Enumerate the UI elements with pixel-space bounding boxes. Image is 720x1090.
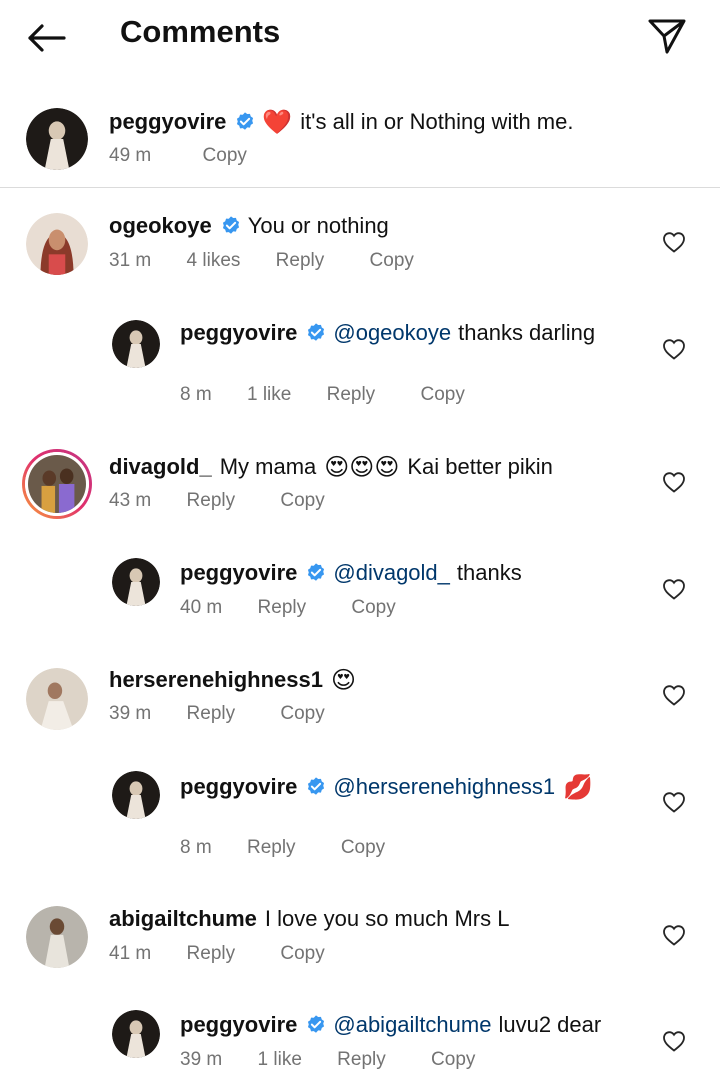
comment-row: abigailtchume I love you so much Mrs L 4… [0, 898, 720, 978]
copy-button[interactable]: Copy [341, 837, 385, 859]
top-bar: Comments [0, 0, 720, 80]
timestamp: 8 m [180, 837, 212, 858]
username[interactable]: herserenehighness1 [109, 667, 323, 693]
copy-button[interactable]: Copy [370, 250, 414, 272]
username[interactable]: peggyovire [180, 320, 297, 346]
likes-count[interactable]: 4 likes [187, 250, 241, 272]
avatar[interactable] [26, 108, 88, 170]
reply-row: peggyovire @herserenehighness1 💋 8 m Rep… [0, 765, 720, 865]
paper-plane-icon [648, 19, 686, 54]
like-heart-icon[interactable] [662, 338, 686, 360]
heart-eyes-emoji: 😍 [324, 453, 350, 481]
timestamp: 40 m [180, 597, 223, 618]
like-heart-icon[interactable] [662, 791, 686, 813]
verified-badge-icon [305, 322, 327, 344]
mention-link[interactable]: @herserenehighness1 [333, 774, 555, 800]
back-arrow-icon [28, 24, 66, 52]
like-heart-icon[interactable] [662, 471, 686, 493]
comment-row: divagold_ My mama 😍 😍 😍 Kai better pikin… [0, 445, 720, 525]
like-heart-icon[interactable] [662, 924, 686, 946]
reply-button[interactable]: Reply [247, 837, 296, 859]
avatar[interactable] [112, 1010, 160, 1058]
page-title: Comments [120, 14, 281, 49]
timestamp: 8 m [180, 384, 212, 405]
share-button[interactable] [644, 14, 690, 58]
timestamp: 39 m [180, 1049, 223, 1070]
timestamp: 49 m [109, 145, 152, 166]
verified-badge-icon [234, 111, 256, 133]
username[interactable]: peggyovire [109, 109, 226, 135]
mention-link[interactable]: @abigailtchume [333, 1012, 491, 1038]
heart-eyes-emoji: 😍 [349, 453, 375, 481]
like-heart-icon[interactable] [662, 231, 686, 253]
heart-eyes-emoji: 😍 [330, 666, 357, 694]
copy-button[interactable]: Copy [420, 384, 464, 406]
comment-text: luvu2 dear [498, 1012, 602, 1037]
comment-text: My mama [219, 454, 317, 479]
reply-button[interactable]: Reply [276, 250, 325, 272]
divider [0, 187, 720, 188]
caption-text: it's all in or Nothing with me. [300, 109, 574, 134]
reply-row: peggyovire @ogeokoye thanks darling 8 m … [0, 312, 720, 412]
username[interactable]: peggyovire [180, 560, 297, 586]
avatar[interactable] [26, 906, 88, 968]
likes-count[interactable]: 1 like [247, 384, 291, 406]
comment-text: thanks darling [458, 320, 596, 345]
mention-link[interactable]: @divagold_ [333, 560, 450, 586]
reply-row: peggyovire @abigailtchume luvu2 dear 39 … [0, 1004, 720, 1090]
reply-button[interactable]: Reply [187, 943, 236, 965]
heart-eyes-emoji: 😍 [374, 453, 400, 481]
avatar[interactable] [26, 668, 88, 730]
kiss-lips-emoji: 💋 [563, 773, 593, 801]
timestamp: 43 m [109, 490, 152, 511]
likes-count[interactable]: 1 like [258, 1049, 302, 1071]
username[interactable]: divagold_ [109, 454, 212, 480]
reply-row: peggyovire @divagold_ thanks 40 m Reply … [0, 552, 720, 632]
comment-text: You or nothing [247, 213, 389, 238]
comment-text-continued: Kai better pikin [407, 454, 553, 479]
avatar[interactable] [112, 558, 160, 606]
comment-text: I love you so much Mrs L [264, 906, 510, 931]
like-heart-icon[interactable] [662, 684, 686, 706]
reply-button[interactable]: Reply [258, 597, 307, 619]
copy-button[interactable]: Copy [431, 1049, 475, 1071]
comment-text: thanks [456, 560, 522, 585]
back-button[interactable] [22, 18, 70, 58]
username[interactable]: abigailtchume [109, 906, 257, 932]
like-heart-icon[interactable] [662, 578, 686, 600]
username[interactable]: ogeokoye [109, 213, 212, 239]
reply-button[interactable]: Reply [187, 703, 236, 725]
copy-button[interactable]: Copy [280, 943, 324, 965]
copy-button[interactable]: Copy [351, 597, 395, 619]
verified-badge-icon [305, 776, 327, 798]
reply-button[interactable]: Reply [337, 1049, 386, 1071]
mention-link[interactable]: @ogeokoye [333, 320, 451, 346]
red-heart-emoji: ❤️ [262, 108, 293, 136]
caption-row: peggyovire ❤️ it's all in or Nothing wit… [0, 100, 720, 180]
timestamp: 31 m [109, 250, 152, 271]
copy-button[interactable]: Copy [280, 490, 324, 512]
like-heart-icon[interactable] [662, 1030, 686, 1052]
avatar[interactable] [26, 213, 88, 275]
reply-button[interactable]: Reply [327, 384, 376, 406]
copy-button[interactable]: Copy [280, 703, 324, 725]
timestamp: 39 m [109, 703, 152, 724]
verified-badge-icon [305, 562, 327, 584]
avatar-with-story-ring[interactable] [22, 449, 92, 519]
username[interactable]: peggyovire [180, 774, 297, 800]
avatar[interactable] [112, 771, 160, 819]
comment-row: herserenehighness1 😍 39 m Reply Copy [0, 658, 720, 738]
verified-badge-icon [220, 215, 242, 237]
comment-row: ogeokoye You or nothing 31 m 4 likes Rep… [0, 205, 720, 285]
avatar[interactable] [112, 320, 160, 368]
verified-badge-icon [305, 1014, 327, 1036]
timestamp: 41 m [109, 943, 152, 964]
copy-button[interactable]: Copy [203, 145, 247, 167]
reply-button[interactable]: Reply [187, 490, 236, 512]
username[interactable]: peggyovire [180, 1012, 297, 1038]
